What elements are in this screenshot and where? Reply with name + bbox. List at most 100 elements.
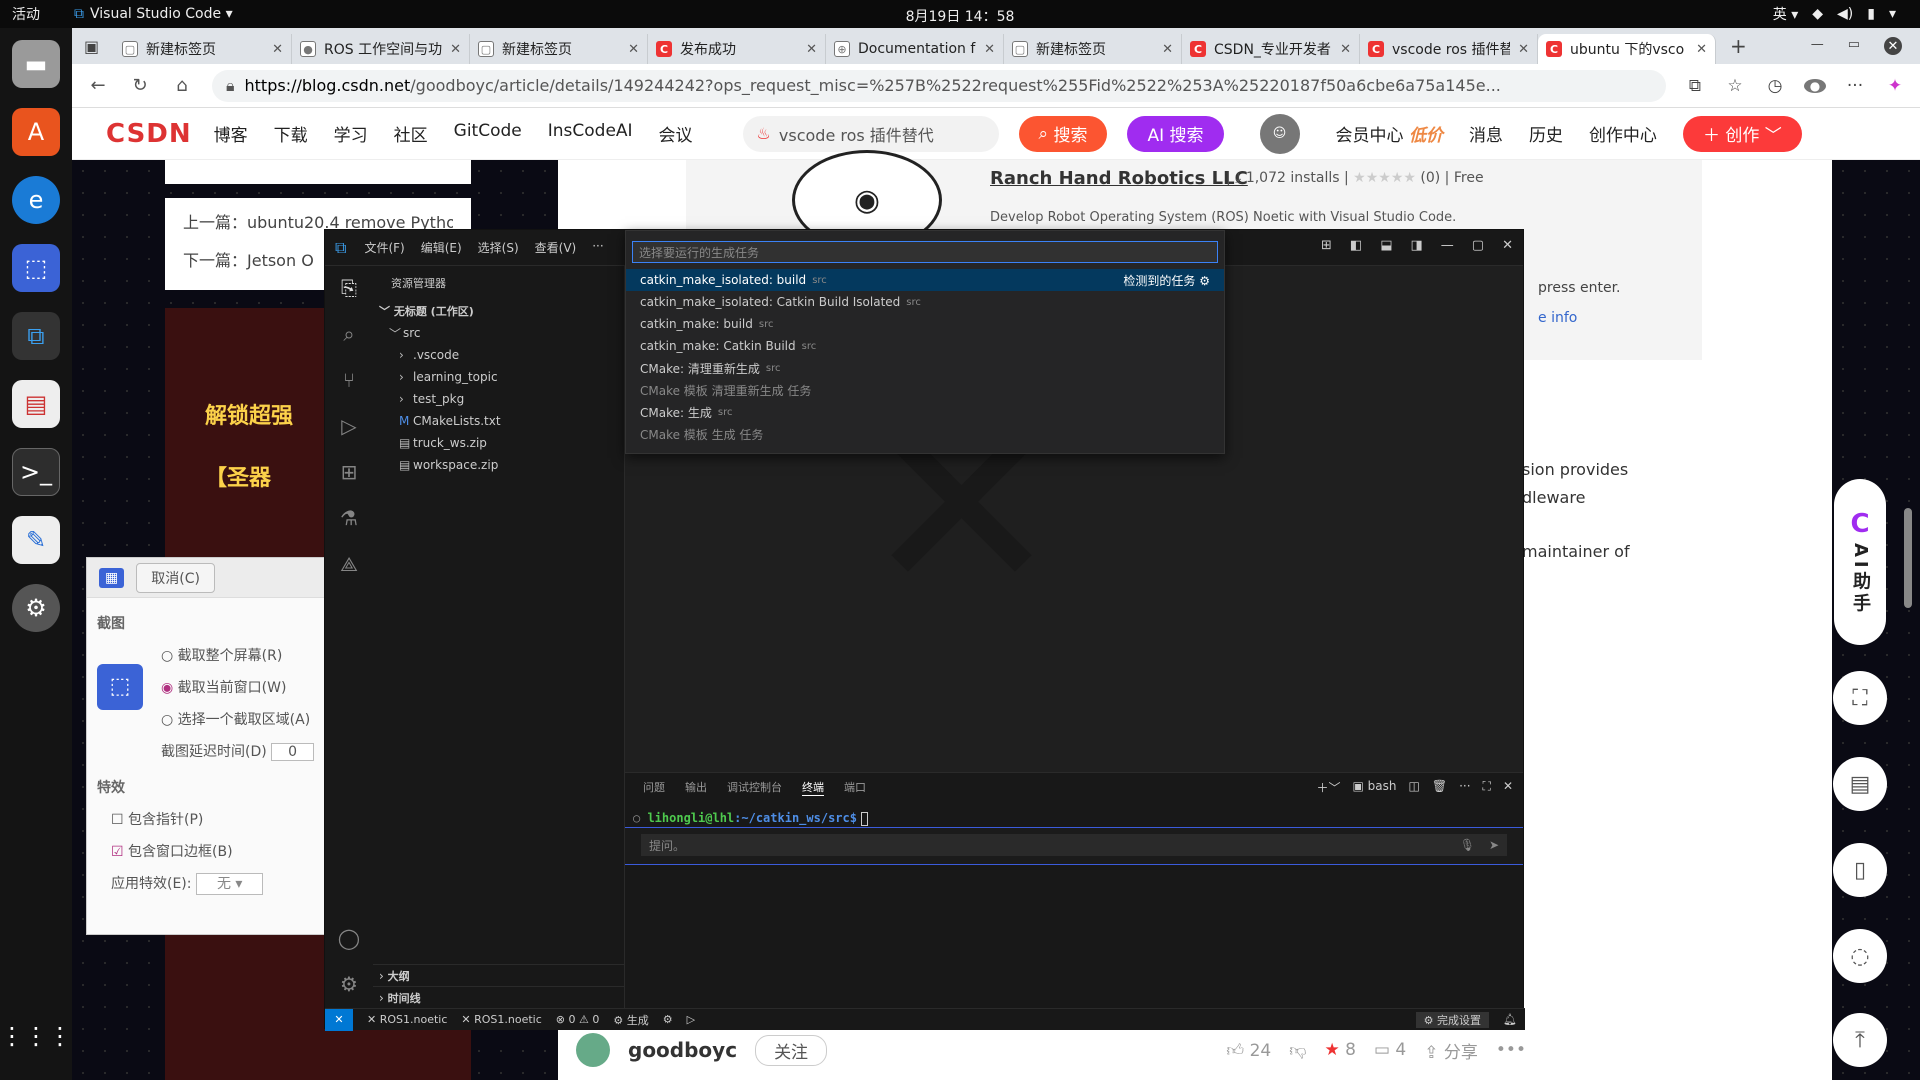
search-button[interactable]: ⌕ 搜索	[1018, 115, 1108, 152]
more-icon[interactable]: ···	[1844, 76, 1866, 96]
close-tab-icon[interactable]: ✕	[1162, 42, 1173, 57]
toggle-panel-icon[interactable]: ⬓	[1380, 238, 1392, 253]
shell-selector[interactable]: ▣ bash	[1353, 779, 1397, 796]
close-tab-icon[interactable]: ✕	[628, 42, 639, 57]
clock[interactable]: 8月19日 14：58	[0, 6, 1920, 26]
input-method[interactable]: 英 ▾	[1773, 4, 1798, 24]
file-tree-item[interactable]: › .vscode	[373, 344, 624, 366]
csdn-nav-item[interactable]: 学习	[334, 121, 368, 146]
panel-more-icon[interactable]: ···	[1459, 779, 1470, 796]
quick-pick-item[interactable]: CMake 模板 清理重新生成 任务	[626, 379, 1224, 401]
home-icon[interactable]: ⌂	[170, 75, 194, 96]
send-icon[interactable]: ➤	[1489, 838, 1499, 852]
apply-effect-select[interactable]: 无 ▾	[195, 873, 264, 895]
comment-button[interactable]: ▭ 4	[1374, 1040, 1406, 1060]
close-panel-icon[interactable]: ✕	[1503, 779, 1513, 796]
history-icon[interactable]: ◷	[1764, 76, 1786, 96]
url-field[interactable]: 🔒︎ https://blog.csdn.net/goodboyc/articl…	[212, 69, 1666, 102]
vscode-maximize-icon[interactable]: ▢	[1472, 238, 1484, 253]
close-tab-icon[interactable]: ✕	[806, 42, 817, 57]
customize-layout-icon[interactable]: ⊞	[1321, 238, 1332, 253]
history-link[interactable]: 历史	[1529, 121, 1563, 146]
menu-item[interactable]: 选择(S)	[478, 239, 519, 256]
panel-tab[interactable]: 问题	[643, 779, 665, 795]
close-tab-icon[interactable]: ✕	[1340, 42, 1351, 57]
page-scrollbar[interactable]	[1904, 508, 1912, 608]
back-icon[interactable]: ←	[86, 75, 110, 96]
csdn-nav-item[interactable]: InsCodeAI	[548, 121, 633, 146]
manage-gear-icon[interactable]: ⚙	[340, 972, 358, 996]
extension-icon[interactable]: ⧉	[1684, 76, 1706, 96]
timeline-section[interactable]: › 时间线	[373, 986, 624, 1008]
file-tree-item[interactable]: ▤ workspace.zip	[373, 454, 624, 476]
close-tab-icon[interactable]: ✕	[984, 42, 995, 57]
debug-settings-icon[interactable]: ⚙	[663, 1013, 673, 1026]
close-tab-icon[interactable]: ✕	[450, 42, 461, 57]
workspace-header[interactable]: ﹀ 无标题 (工作区)	[373, 300, 624, 322]
extensions-icon[interactable]: ⊞	[341, 460, 358, 484]
quick-pick-item[interactable]: catkin_make: build src	[626, 313, 1224, 335]
files-icon[interactable]: ▬	[12, 40, 60, 88]
file-tree-item[interactable]: › learning_topic	[373, 366, 624, 388]
close-window-icon[interactable]: ✕	[1884, 37, 1902, 55]
volume-icon[interactable]: ◀)	[1837, 6, 1853, 22]
favorites-icon[interactable]: ☆	[1724, 76, 1746, 96]
panel-tab[interactable]: 调试控制台	[727, 779, 782, 795]
toggle-secondary-sidebar-icon[interactable]: ◨	[1411, 238, 1423, 253]
split-terminal-icon[interactable]: ◫	[1409, 779, 1420, 796]
text-editor-icon[interactable]: ✎	[12, 516, 60, 564]
csdn-nav-item[interactable]: 社区	[394, 121, 428, 146]
configure-task-gear-icon[interactable]: ⚙	[1195, 274, 1210, 288]
cancel-button[interactable]: 取消(C)	[136, 562, 215, 593]
reload-icon[interactable]: ↻	[128, 75, 152, 96]
vscode-minimize-icon[interactable]: —	[1441, 238, 1454, 253]
file-tree-item[interactable]: ﹀ src	[373, 322, 624, 344]
quick-pick-item[interactable]: CMake 模板 生成 任务	[626, 423, 1224, 445]
finish-setup-button[interactable]: ⚙ 完成设置	[1415, 1011, 1490, 1028]
menu-item[interactable]: 文件(F)	[364, 239, 404, 256]
profile-avatar[interactable]: ●	[1804, 78, 1826, 93]
file-tree-item[interactable]: › test_pkg	[373, 388, 624, 410]
browser-tab[interactable]: Cubuntu 下的vsco ✕	[1538, 34, 1716, 64]
csdn-nav-item[interactable]: GitCode	[454, 121, 522, 146]
wifi-icon[interactable]: ◆	[1812, 6, 1823, 22]
testing-icon[interactable]: ⚗	[340, 506, 358, 530]
settings-icon[interactable]: ⚙	[12, 584, 60, 632]
quick-pick-item[interactable]: catkin_make_isolated: build src 检测到的任务 ⚙	[626, 269, 1224, 291]
follow-button[interactable]: 关注	[755, 1034, 828, 1066]
csdn-nav-item[interactable]: 博客	[214, 121, 248, 146]
activities-button[interactable]: 活动	[12, 4, 40, 24]
chat-bubble-icon[interactable]: ◌	[1833, 929, 1887, 983]
ros-status-1[interactable]: ✕ ROS1.noetic	[367, 1013, 447, 1026]
quick-pick-item[interactable]: CMake: 清理重新生成 src	[626, 357, 1224, 379]
browser-tab[interactable]: C CSDN_专业开发者 ✕	[1182, 34, 1360, 64]
build-status[interactable]: ⚙ 生成	[613, 1012, 648, 1028]
back-to-top-icon[interactable]: ⤒	[1833, 1013, 1887, 1067]
show-apps-icon[interactable]: ⋮⋮⋮	[0, 1012, 72, 1060]
panel-tab[interactable]: 端口	[844, 779, 866, 795]
document-viewer-icon[interactable]: ▤	[12, 380, 60, 428]
clipboard-icon[interactable]: ▤	[1833, 757, 1887, 811]
terminal-icon[interactable]: >_	[12, 448, 60, 496]
create-button[interactable]: ＋ 创作 ﹀	[1682, 115, 1802, 152]
more-actions-icon[interactable]: •••	[1496, 1040, 1526, 1060]
mic-icon[interactable]: 🎙︎	[1460, 838, 1475, 852]
source-control-icon[interactable]: ⑂	[343, 368, 355, 392]
remote-icon[interactable]: ✕	[325, 1008, 353, 1031]
browser-tab[interactable]: ● ROS 工作空间与功 ✕	[292, 34, 470, 64]
vscode-close-icon[interactable]: ✕	[1502, 238, 1513, 253]
mobile-icon[interactable]: ▯	[1833, 843, 1887, 897]
csdn-nav-item[interactable]: 会议	[659, 121, 693, 146]
power-menu-icon[interactable]: ▾	[1889, 6, 1896, 22]
chat-input[interactable]: 提问。 🎙︎ ➤	[641, 834, 1507, 856]
software-center-icon[interactable]: A	[12, 108, 60, 156]
browser-tab[interactable]: Cvscode ros 插件替 ✕	[1360, 34, 1538, 64]
restore-icon[interactable]: ▭	[1848, 37, 1860, 55]
panel-tab[interactable]: 终端	[802, 779, 824, 796]
dislike-icon[interactable]: 👎︎	[1289, 1040, 1306, 1061]
copilot-icon[interactable]: ✦	[1884, 76, 1906, 96]
problems-status[interactable]: ⊗ 0 ⚠ 0	[556, 1013, 600, 1026]
edge-browser-icon[interactable]: e	[12, 176, 60, 224]
maximize-panel-icon[interactable]: ⛶	[1483, 779, 1491, 796]
minimize-icon[interactable]: —	[1811, 37, 1824, 55]
